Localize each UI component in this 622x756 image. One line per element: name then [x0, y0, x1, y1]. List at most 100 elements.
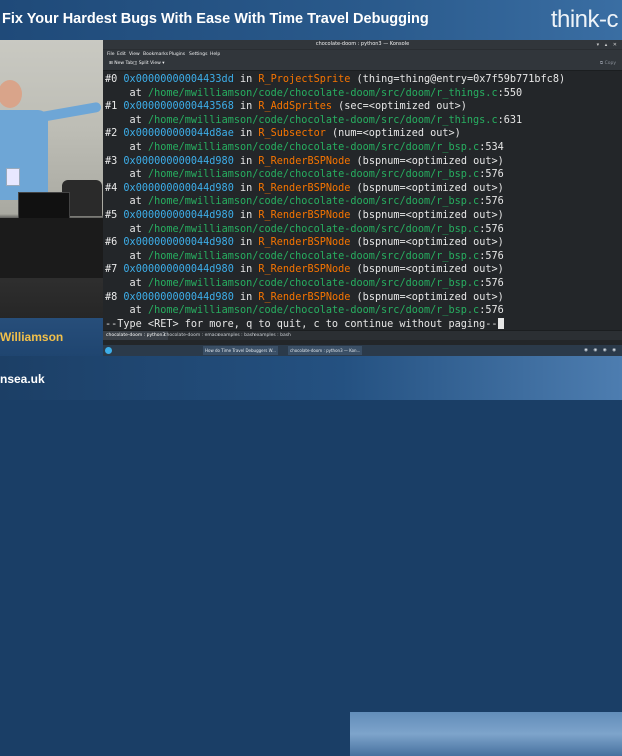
backtrace-location: at /home/mwilliamson/code/chocolate-doom…	[129, 250, 504, 262]
in-keyword: in	[239, 237, 253, 249]
backtrace-location: at /home/mwilliamson/code/chocolate-doom…	[129, 305, 504, 317]
new-tab-button[interactable]: ⊞ New Tab	[109, 58, 133, 70]
tab-chocolate-doom-emacs[interactable]: chocolate-doom : emacs	[161, 331, 222, 340]
source-line: 631	[503, 114, 523, 126]
function-args: (bspnum=<optimized out>)	[356, 264, 504, 276]
function-args: (bspnum=<optimized out>)	[356, 237, 504, 249]
app-launcher-icon[interactable]	[105, 347, 112, 354]
at-keyword: at	[129, 250, 142, 262]
frame-number: #2	[105, 128, 118, 140]
backtrace-location: at /home/mwilliamson/code/chocolate-doom…	[129, 87, 523, 99]
terminal-tab-bar: chocolate-doom : python3 chocolate-doom …	[103, 330, 622, 340]
function-name: R_RenderBSPNode	[258, 291, 351, 303]
talk-banner: Fix Your Hardest Bugs With Ease With Tim…	[0, 0, 622, 40]
terminal-output[interactable]: #0 0x00000000004433dd in R_ProjectSprite…	[103, 71, 622, 330]
source-path: /home/mwilliamson/code/chocolate-doom/sr…	[147, 169, 480, 181]
in-keyword: in	[239, 74, 253, 85]
source-line: 576	[485, 305, 504, 317]
backtrace-frame: #1 0x0000000000443568 in R_AddSprites (s…	[105, 100, 467, 114]
at-keyword: at	[129, 223, 142, 235]
taskbar-app-browser[interactable]: How do Time Travel Debuggers W...	[203, 346, 278, 355]
in-keyword: in	[239, 155, 253, 167]
in-keyword: in	[239, 182, 253, 194]
in-keyword: in	[239, 210, 253, 221]
taskbar-app-konsole[interactable]: chocolate-doom : python3 — Kon...	[288, 346, 363, 355]
backtrace-location: at /home/mwilliamson/code/chocolate-doom…	[129, 223, 504, 235]
source-path: /home/mwilliamson/code/chocolate-doom/sr…	[147, 142, 480, 153]
backtrace-frame: #0 0x00000000004433dd in R_ProjectSprite…	[105, 73, 565, 87]
source-line: 534	[485, 142, 504, 153]
frame-address: 0x0000000000443568	[123, 101, 234, 113]
backtrace-location: at /home/mwilliamson/code/chocolate-doom…	[129, 196, 504, 208]
speaker-head	[0, 80, 22, 108]
system-tray[interactable]: ◉ ◉ ◉ ◉	[584, 345, 618, 356]
talk-title: Fix Your Hardest Bugs With Ease With Tim…	[2, 11, 429, 27]
frame-number: #5	[105, 210, 118, 221]
in-keyword: in	[239, 101, 253, 113]
podium-table	[0, 218, 103, 278]
terminal-cursor	[497, 317, 504, 329]
backtrace-frame: #5 0x000000000044d980 in R_RenderBSPNode…	[105, 209, 504, 223]
source-line: 576	[485, 196, 504, 208]
at-keyword: at	[129, 305, 142, 317]
window-title: chocolate-doom : python3 — Konsole	[315, 41, 410, 47]
source-path: /home/mwilliamson/code/chocolate-doom/sr…	[147, 278, 480, 289]
lanyard-badge	[6, 168, 20, 186]
frame-number: #3	[105, 155, 118, 167]
window-titlebar[interactable]: chocolate-doom : python3 — Konsole ▾ ▴ ✕	[103, 40, 622, 49]
source-path: /home/mwilliamson/code/chocolate-doom/sr…	[147, 250, 480, 262]
copy-button[interactable]: ⧉ Copy	[600, 58, 616, 70]
source-line: 576	[485, 169, 504, 181]
tab-examples-bash-2[interactable]: examples : bash	[251, 331, 294, 340]
frame-address: 0x000000000044d980	[123, 182, 234, 194]
function-name: R_ProjectSprite	[258, 74, 351, 85]
frame-number: #4	[105, 182, 118, 194]
backtrace-location: at /home/mwilliamson/code/chocolate-doom…	[129, 142, 504, 153]
source-path: /home/mwilliamson/code/chocolate-doom/sr…	[147, 114, 498, 126]
frame-address: 0x000000000044d8ae	[123, 128, 234, 140]
function-name: R_RenderBSPNode	[258, 210, 351, 221]
frame-number: #8	[105, 291, 118, 303]
at-keyword: at	[129, 114, 142, 126]
split-view-button[interactable]: ◫ Split View ▾	[133, 58, 164, 70]
at-keyword: at	[129, 196, 142, 208]
backtrace-location: at /home/mwilliamson/code/chocolate-doom…	[129, 114, 523, 126]
backtrace-frame: #8 0x000000000044d980 in R_RenderBSPNode…	[105, 291, 504, 305]
source-path: /home/mwilliamson/code/chocolate-doom/sr…	[147, 305, 480, 317]
frame-address: 0x000000000044d980	[123, 210, 234, 221]
pager-prompt: --Type <RET> for more, q to quit, c to c…	[105, 318, 498, 330]
source-path: /home/mwilliamson/code/chocolate-doom/sr…	[147, 87, 498, 99]
source-line: 576	[485, 223, 504, 235]
source-line: 550	[503, 87, 523, 99]
backtrace-location: at /home/mwilliamson/code/chocolate-doom…	[129, 278, 504, 289]
source-line: 576	[485, 278, 504, 289]
frame-address: 0x000000000044d980	[123, 237, 234, 249]
bottom-banner	[0, 356, 622, 756]
frame-number: #6	[105, 237, 118, 249]
function-args: (bspnum=<optimized out>)	[356, 291, 504, 303]
function-args: (bspnum=<optimized out>)	[356, 182, 504, 194]
frame-number: #1	[105, 101, 118, 113]
in-keyword: in	[239, 264, 253, 276]
source-path: /home/mwilliamson/code/chocolate-doom/sr…	[147, 196, 480, 208]
konsole-window: chocolate-doom : python3 — Konsole ▾ ▴ ✕…	[103, 40, 622, 345]
function-args: (sec=<optimized out>)	[338, 101, 467, 113]
frame-address: 0x000000000044d980	[123, 291, 234, 303]
tab-chocolate-doom-python3[interactable]: chocolate-doom : python3	[103, 331, 169, 340]
function-args: (bspnum=<optimized out>)	[356, 210, 504, 221]
frame-number: #0	[105, 74, 118, 85]
backtrace-frame: #4 0x000000000044d980 in R_RenderBSPNode…	[105, 182, 504, 196]
backtrace-frame: #6 0x000000000044d980 in R_RenderBSPNode…	[105, 236, 504, 250]
laptop	[18, 192, 70, 220]
speaker-body	[0, 110, 48, 200]
source-line: 576	[485, 250, 504, 262]
at-keyword: at	[129, 142, 142, 153]
function-name: R_AddSprites	[258, 101, 332, 113]
speaker-arm	[29, 101, 102, 124]
conference-url: nsea.uk	[0, 372, 45, 386]
at-keyword: at	[129, 278, 142, 289]
function-name: R_RenderBSPNode	[258, 155, 351, 167]
function-name: R_RenderBSPNode	[258, 264, 351, 276]
backtrace-frame: #2 0x000000000044d8ae in R_Subsector (nu…	[105, 127, 461, 141]
function-name: R_RenderBSPNode	[258, 182, 351, 194]
